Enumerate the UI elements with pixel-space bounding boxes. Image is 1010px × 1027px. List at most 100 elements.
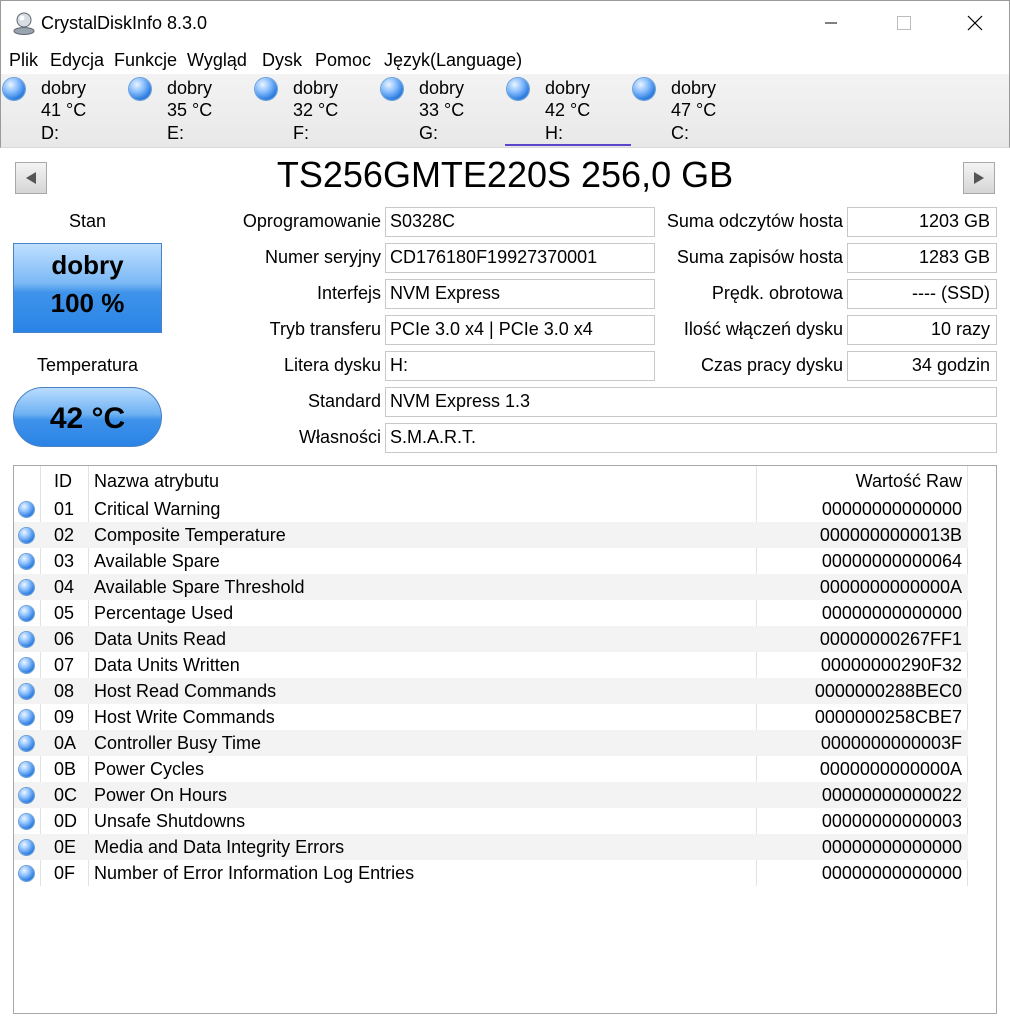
host-writes-field: 1283 GB: [847, 243, 997, 273]
status-dot-icon: [19, 528, 34, 543]
disk-status: dobry: [419, 78, 465, 98]
table-row[interactable]: 06 Data Units Read 00000000267FF1: [14, 626, 968, 652]
status-dot-icon: [19, 866, 34, 881]
minimize-icon: [825, 22, 837, 24]
attribute-name: Host Read Commands: [94, 681, 277, 701]
maximize-button[interactable]: [881, 1, 927, 45]
menu-wyglad[interactable]: Wygląd: [187, 50, 247, 71]
menu-dysk[interactable]: Dysk: [262, 50, 302, 71]
attribute-name: Available Spare Threshold: [94, 577, 305, 597]
table-row[interactable]: 02 Composite Temperature 0000000000013B: [14, 522, 968, 548]
disk-tab-f[interactable]: dobry 32 °C F:: [253, 74, 379, 148]
disk-model-title: TS256GMTE220S 256,0 GB: [276, 154, 734, 195]
attribute-id: 0E: [54, 837, 77, 857]
window-title: CrystalDiskInfo 8.3.0: [41, 13, 208, 33]
power-on-count-label: Ilość włączeń dysku: [683, 319, 843, 339]
table-row[interactable]: 0D Unsafe Shutdowns 00000000000003: [14, 808, 968, 834]
disk-status: dobry: [41, 78, 87, 98]
close-button[interactable]: [952, 1, 998, 45]
menu-pomoc[interactable]: Pomoc: [315, 50, 371, 71]
table-row[interactable]: 07 Data Units Written 00000000290F32: [14, 652, 968, 678]
disk-tab-d[interactable]: dobry 41 °C D:: [1, 74, 127, 148]
menu-funkcje[interactable]: Funkcje: [114, 50, 177, 71]
table-row[interactable]: 09 Host Write Commands 0000000258CBE7: [14, 704, 968, 730]
attribute-id: 09: [54, 707, 75, 727]
column-header-id[interactable]: ID: [54, 471, 72, 492]
table-row[interactable]: 04 Available Spare Threshold 00000000000…: [14, 574, 968, 600]
close-icon: [967, 15, 983, 31]
features-field: S.M.A.R.T.: [385, 423, 997, 453]
status-dot-icon: [19, 710, 34, 725]
attribute-raw-value: 0000000288BEC0: [814, 681, 962, 701]
health-status-button[interactable]: dobry 100 %: [13, 243, 162, 333]
health-label: Stan: [68, 211, 107, 231]
attribute-raw-value: 00000000000000: [821, 499, 962, 519]
active-tab-indicator: [505, 144, 631, 146]
temperature-value: 42 °C: [49, 402, 126, 435]
disk-status: dobry: [545, 78, 591, 98]
health-orb-icon: [255, 78, 277, 100]
attribute-raw-value: 00000000267FF1: [819, 629, 962, 649]
disk-status: dobry: [671, 78, 717, 98]
attribute-name: Controller Busy Time: [94, 733, 262, 753]
menu-plik[interactable]: Plik: [9, 50, 38, 71]
column-header-name[interactable]: Nazwa atrybutu: [94, 471, 219, 492]
health-orb-icon: [381, 78, 403, 100]
disk-tab-c[interactable]: dobry 47 °C C:: [631, 74, 757, 148]
smart-attribute-table[interactable]: ID Nazwa atrybutu Wartość Raw 01 Critica…: [13, 465, 997, 1014]
serial-field: CD176180F19927370001: [385, 243, 655, 273]
status-dot-icon: [19, 840, 34, 855]
disk-tab-g[interactable]: dobry 33 °C G:: [379, 74, 505, 148]
firmware-field: S0328C: [385, 207, 655, 237]
disk-tab-h[interactable]: dobry 42 °C H:: [505, 74, 631, 148]
crystaldiskinfo-app-icon: [13, 12, 35, 35]
health-orb-icon: [507, 78, 529, 100]
table-row[interactable]: 03 Available Spare 00000000000064: [14, 548, 968, 574]
table-row[interactable]: 0B Power Cycles 0000000000000A: [14, 756, 968, 782]
status-dot-icon: [19, 580, 34, 595]
health-orb-icon: [3, 78, 25, 100]
attribute-name: Number of Error Information Log Entries: [94, 863, 415, 883]
status-dot-icon: [19, 632, 34, 647]
attribute-raw-value: 0000000000000A: [819, 759, 962, 779]
next-disk-button[interactable]: [963, 162, 995, 194]
status-dot-icon: [19, 658, 34, 673]
temperature-display[interactable]: 42 °C: [13, 387, 162, 447]
disk-letter: F:: [293, 123, 309, 143]
table-row[interactable]: 0A Controller Busy Time 0000000000003F: [14, 730, 968, 756]
status-dot-icon: [19, 788, 34, 803]
menu-edycja[interactable]: Edycja: [50, 50, 104, 71]
attribute-raw-value: 0000000000013B: [819, 525, 962, 545]
serial-label: Numer seryjny: [264, 247, 381, 267]
menu-jezyk[interactable]: Język(Language): [384, 50, 522, 71]
minimize-button[interactable]: [808, 1, 854, 45]
transfer-mode-label: Tryb transferu: [269, 319, 381, 339]
table-row[interactable]: 0C Power On Hours 00000000000022: [14, 782, 968, 808]
attribute-id: 01: [54, 499, 75, 519]
health-orb-icon: [129, 78, 151, 100]
attribute-name: Data Units Written: [94, 655, 240, 675]
table-row[interactable]: 08 Host Read Commands 0000000288BEC0: [14, 678, 968, 704]
attribute-id: 07: [54, 655, 75, 675]
power-on-count-field: 10 razy: [847, 315, 997, 345]
attribute-name: Available Spare: [94, 551, 220, 571]
attribute-raw-value: 00000000290F32: [820, 655, 962, 675]
drive-letter-label: Litera dysku: [283, 355, 381, 375]
attribute-raw-value: 00000000000064: [821, 551, 962, 571]
interface-label: Interfejs: [316, 283, 381, 303]
attribute-name: Power Cycles: [94, 759, 205, 779]
attribute-id: 0D: [54, 811, 78, 831]
disk-tab-e[interactable]: dobry 35 °C E:: [127, 74, 253, 148]
rotation-rate-label: Prędk. obrotowa: [711, 283, 843, 303]
column-header-raw[interactable]: Wartość Raw: [856, 471, 962, 492]
health-percent-text: 100 %: [50, 288, 125, 318]
table-row[interactable]: 05 Percentage Used 00000000000000: [14, 600, 968, 626]
table-row[interactable]: 0F Number of Error Information Log Entri…: [14, 860, 968, 886]
table-row[interactable]: 0E Media and Data Integrity Errors 00000…: [14, 834, 968, 860]
disk-letter: H:: [545, 123, 563, 143]
disk-temp: 33 °C: [419, 100, 465, 120]
attribute-raw-value: 0000000000000A: [819, 577, 962, 597]
table-row[interactable]: 01 Critical Warning 00000000000000: [14, 496, 968, 522]
disk-letter: G:: [419, 123, 439, 143]
disk-letter: E:: [167, 123, 185, 143]
